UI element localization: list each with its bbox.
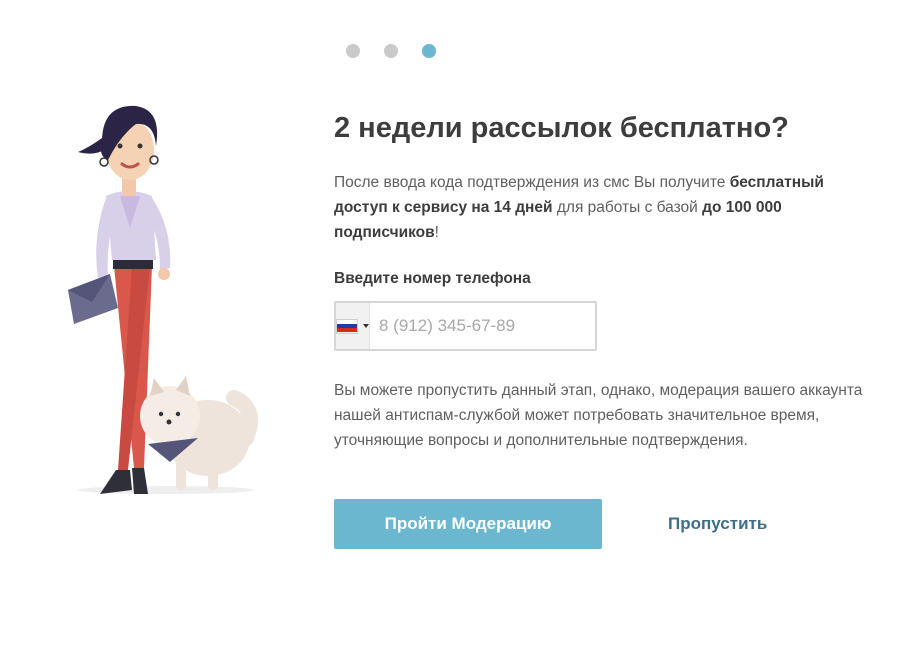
skip-warning-text: Вы можете пропустить данный этап, однако… (334, 382, 863, 449)
country-code-dropdown[interactable] (336, 303, 370, 349)
step-indicator (346, 44, 436, 58)
description-text-1: После ввода кода подтверждения из смс Вы… (334, 174, 730, 191)
phone-field-label: Введите номер телефона (334, 270, 531, 287)
phone-input[interactable] (370, 302, 602, 350)
woman-with-dog-illustration (58, 98, 258, 503)
page-title: 2 недели рассылок бесплатно? (334, 112, 789, 144)
skip-link[interactable]: Пропустить (668, 514, 767, 534)
description-text-2: для работы с базой (552, 199, 703, 216)
step-dot-3-active[interactable] (422, 44, 436, 58)
description-text-3: ! (434, 224, 439, 241)
promo-description: После ввода кода подтверждения из смс Вы… (334, 170, 874, 245)
step-dot-2[interactable] (384, 44, 398, 58)
actions-row: Пройти Модерацию Пропустить (334, 499, 874, 549)
caret-down-icon (363, 324, 369, 328)
flag-russia-icon (336, 318, 358, 334)
phone-field (334, 301, 602, 351)
pass-moderation-button[interactable]: Пройти Модерацию (334, 499, 602, 549)
step-dot-1[interactable] (346, 44, 360, 58)
main-content: 2 недели рассылок бесплатно? После ввода… (334, 110, 874, 549)
